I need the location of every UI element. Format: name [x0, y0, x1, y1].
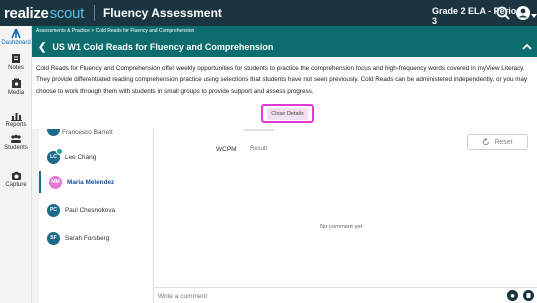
- attachment-icon[interactable]: [523, 290, 534, 301]
- content-panel: [154, 129, 537, 286]
- reports-icon: [10, 113, 22, 121]
- rail-item-students[interactable]: Students: [0, 134, 32, 151]
- no-comment-text: No comment yet: [320, 224, 363, 230]
- notes-icon: [12, 54, 20, 63]
- rail-label: Dashboard: [1, 40, 31, 46]
- avatar: LC: [47, 147, 63, 164]
- students-icon: [11, 134, 21, 143]
- app-logo[interactable]: realize scout: [0, 5, 84, 22]
- rail-item-dashboard[interactable]: Dashboard: [0, 28, 32, 46]
- divider: [93, 5, 95, 21]
- assessment-header: ❮ US W1 Cold Reads for Fluency and Compr…: [32, 37, 537, 57]
- logo-part-scout: scout: [49, 4, 85, 22]
- camera-icon[interactable]: [507, 290, 518, 301]
- reset-button[interactable]: Reset: [467, 134, 528, 150]
- page-title: US W1 Cold Reads for Fluency and Compreh…: [52, 42, 274, 52]
- student-item-sarah-forsberg[interactable]: SF Sarah Forsberg: [39, 227, 154, 249]
- logo-part-realize: realize: [4, 4, 49, 22]
- comment-input[interactable]: [156, 289, 496, 303]
- avatar: MM: [49, 175, 62, 189]
- student-name: Sarah Forsberg: [65, 234, 110, 242]
- student-item-paul-chesnokova[interactable]: PC Paul Chesnokova: [39, 199, 154, 221]
- rail-item-media[interactable]: Media: [0, 78, 32, 96]
- chevron-down-icon: [531, 14, 537, 18]
- rail-label: Students: [4, 145, 28, 151]
- student-item-lee-chang[interactable]: LC Lee Chang: [39, 146, 154, 168]
- rail-label: Reports: [5, 122, 27, 128]
- back-chevron-icon[interactable]: ❮: [38, 42, 46, 53]
- check-icon: [56, 147, 63, 155]
- rail-label: Media: [7, 90, 25, 96]
- wcpm-label: WCPM: [216, 146, 237, 153]
- left-rail: Dashboard Notes Media Reports Students C…: [0, 26, 32, 303]
- tab-indicator: [244, 129, 274, 131]
- close-details-button[interactable]: Close Details: [261, 104, 314, 123]
- avatar-initials: PC: [50, 207, 57, 213]
- media-icon: [11, 78, 21, 88]
- collapse-chevron-icon[interactable]: [521, 41, 533, 53]
- class-selector-label: Grade 2 ELA - Period 3: [432, 6, 522, 26]
- account-icon[interactable]: [515, 5, 531, 21]
- camera-icon: [11, 171, 21, 180]
- avatar-initials: SF: [50, 235, 57, 241]
- reset-label: Reset: [494, 138, 513, 146]
- student-name: Maria Melendez: [67, 178, 115, 186]
- dashboard-icon: [11, 28, 21, 39]
- breadcrumb[interactable]: Assessments & Practice > Cold Reads for …: [32, 26, 537, 37]
- app-title: Fluency Assessment: [102, 6, 222, 20]
- rail-item-reports[interactable]: Reports: [0, 111, 32, 128]
- avatar-initials: LC: [50, 154, 57, 160]
- student-name: Lee Chang: [65, 153, 97, 161]
- avatar: SF: [47, 231, 60, 245]
- search-icon[interactable]: [495, 5, 511, 21]
- student-name: Paul Chesnokova: [65, 206, 116, 214]
- rail-label: Capture: [5, 182, 27, 188]
- reset-icon: [483, 138, 490, 146]
- close-details-label: Close Details: [267, 107, 308, 120]
- result-label: Result: [250, 146, 268, 152]
- student-name-partial[interactable]: Francesco Barrett: [62, 129, 113, 136]
- avatar: PC: [47, 203, 60, 217]
- student-item-maria-melendez[interactable]: MM Maria Melendez: [39, 171, 154, 193]
- avatar-initials: MM: [51, 179, 60, 185]
- rail-item-capture[interactable]: Capture: [0, 171, 32, 188]
- rail-label: Notes: [8, 65, 24, 71]
- top-bar: realize scout Fluency Assessment Grade 2 …: [0, 0, 537, 26]
- rail-item-notes[interactable]: Notes: [0, 53, 32, 71]
